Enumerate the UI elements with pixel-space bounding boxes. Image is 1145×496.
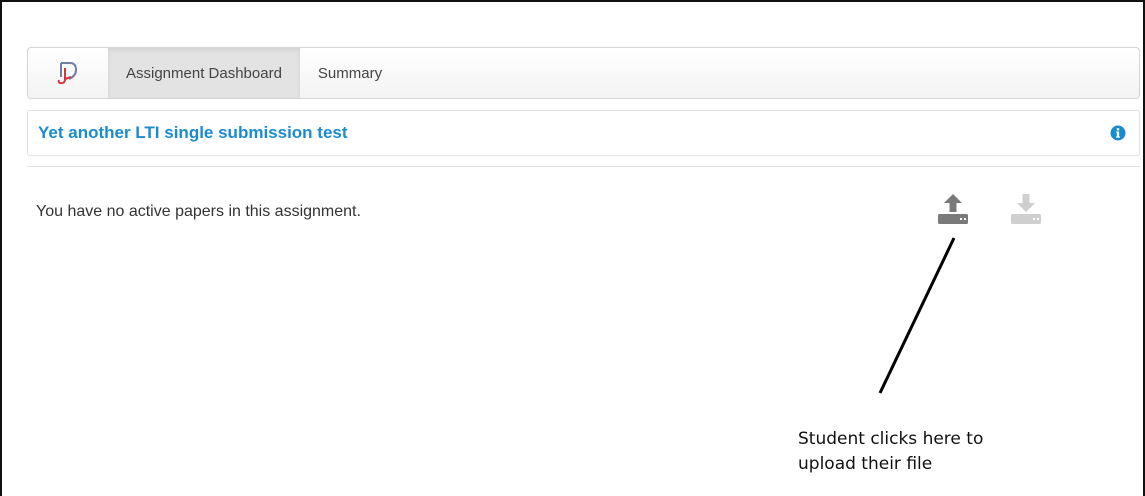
download-icon[interactable] [1008, 192, 1044, 226]
upload-icon[interactable] [935, 192, 971, 226]
assignment-title-bar: Yet another LTI single submission test [27, 110, 1140, 156]
info-circle-icon[interactable] [1107, 122, 1129, 144]
tab-label: Summary [317, 64, 383, 82]
app-logo[interactable] [28, 48, 108, 98]
tab-assignment-dashboard[interactable]: Assignment Dashboard [108, 48, 300, 98]
empty-state-message: You have no active papers in this assign… [36, 203, 361, 220]
tab-summary[interactable]: Summary [300, 48, 400, 98]
content-divider [27, 166, 1140, 167]
annotation-text: Student clicks here to upload their file [798, 427, 1058, 477]
turnitin-feedback-studio-icon [57, 62, 78, 85]
assignment-title[interactable]: Yet another LTI single submission test [38, 123, 1107, 143]
annotation-line: upload their file [798, 454, 933, 474]
annotation-line: Student clicks here to [798, 429, 984, 449]
top-navbar: Assignment Dashboard Summary [27, 47, 1140, 99]
tab-label: Assignment Dashboard [126, 64, 282, 82]
